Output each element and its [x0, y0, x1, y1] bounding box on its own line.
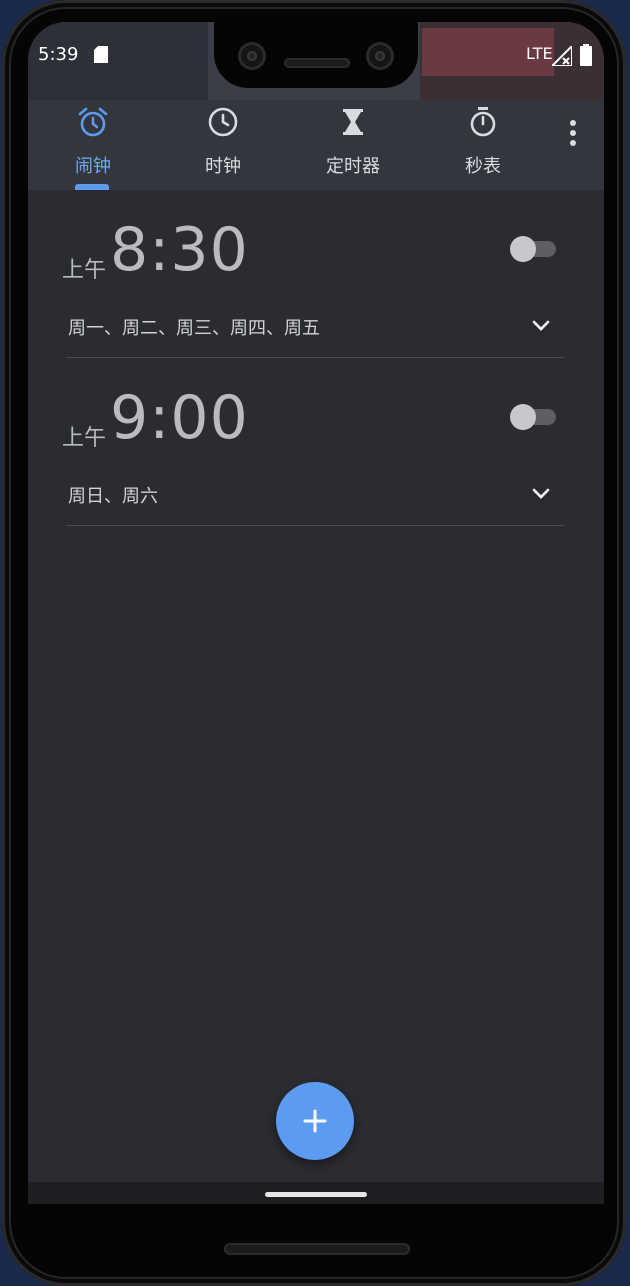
chevron-down-icon[interactable]: [530, 318, 552, 334]
plus-icon: [303, 1109, 327, 1133]
alarm-repeat-days: 周日、周六: [68, 486, 158, 507]
tab-alarm[interactable]: 闹钟: [28, 100, 158, 190]
bottom-speaker: [224, 1243, 410, 1255]
alarm-ampm: 上午: [62, 426, 107, 451]
front-camera: [238, 42, 266, 70]
tab-clock[interactable]: 时钟: [158, 100, 288, 190]
tab-bar: 闹钟 时钟 定时器 秒表: [28, 100, 604, 190]
sd-card-icon: [94, 46, 108, 63]
stopwatch-icon: [470, 107, 496, 137]
tab-label: 秒表: [465, 156, 501, 177]
status-time: 5:39: [38, 44, 79, 65]
alarm-item[interactable]: 上午 8:30 周一、周二、周三、周四、周五: [28, 190, 604, 358]
divider: [66, 525, 564, 526]
camera-notch: [214, 22, 418, 88]
navigation-bar: [28, 1182, 604, 1204]
signal-icon: [552, 46, 572, 66]
more-options-icon[interactable]: [558, 116, 588, 150]
alarm-item[interactable]: 上午 9:00 周日、周六: [28, 358, 604, 526]
battery-icon: [580, 44, 592, 66]
screen: 5:39 LTE 闹钟 时钟 定时器 秒表 上午 8:30 周一、周二、周三、周…: [28, 22, 604, 1204]
tab-timer[interactable]: 定时器: [288, 100, 418, 190]
front-camera: [366, 42, 394, 70]
home-gesture-pill[interactable]: [265, 1192, 367, 1197]
hourglass-icon: [343, 109, 363, 135]
toggle-thumb: [510, 236, 536, 262]
network-type: LTE: [526, 44, 553, 63]
tab-label: 闹钟: [75, 156, 111, 177]
alarm-time[interactable]: 8:30: [110, 220, 249, 280]
alarm-clock-icon: [78, 107, 108, 137]
alarm-time[interactable]: 9:00: [110, 388, 249, 448]
alarm-ampm: 上午: [62, 258, 107, 283]
earpiece-speaker: [284, 58, 350, 68]
tab-stopwatch[interactable]: 秒表: [418, 100, 548, 190]
tab-label: 时钟: [205, 156, 241, 177]
add-alarm-button[interactable]: [276, 1082, 354, 1160]
tab-label: 定时器: [326, 156, 380, 177]
alarm-toggle[interactable]: [510, 404, 556, 430]
toggle-thumb: [510, 404, 536, 430]
alarm-repeat-days: 周一、周二、周三、周四、周五: [68, 318, 320, 339]
chevron-down-icon[interactable]: [530, 486, 552, 502]
alarm-toggle[interactable]: [510, 236, 556, 262]
clock-icon: [208, 107, 238, 137]
